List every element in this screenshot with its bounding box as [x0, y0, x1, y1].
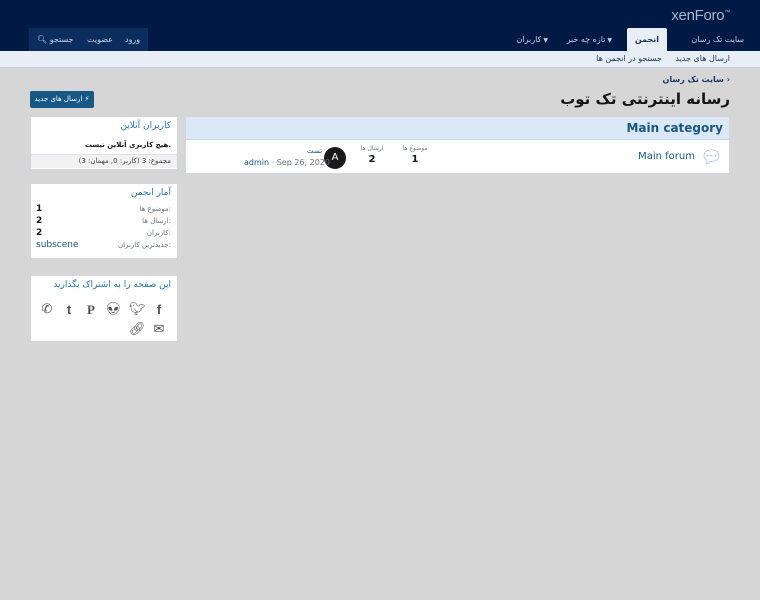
forum-chat-icon: 💬︎	[700, 147, 723, 168]
main-navbar: سایت تک رسان انجمن تازه چه خبر ▼ کاربران ▼…	[0, 28, 760, 51]
reddit-icon[interactable]: 👽︎	[105, 302, 122, 318]
category-title[interactable]: Main category	[186, 117, 729, 140]
share-icons: f 🐦︎ 👽︎ P t ✆ ✉︎ 🔗︎	[31, 296, 177, 340]
share-title: این صفحه را به اشتراک بگذارید	[53, 280, 171, 290]
threads-label: موضوع ها	[402, 145, 428, 152]
facebook-icon[interactable]: f	[151, 302, 167, 318]
site-header: xenForo™ سایت تک رسان انجمن تازه چه خبر ▼…	[0, 0, 760, 51]
tab-forums[interactable]: انجمن	[626, 28, 667, 51]
stat-value: 2	[36, 216, 43, 226]
stat-label: جدیدترین کاربران:	[117, 241, 171, 249]
stats-row: کاربران: 2	[31, 228, 177, 240]
site-logo[interactable]: xenForo™	[671, 7, 730, 24]
latest-post-date[interactable]: Sep 26, 2020	[277, 158, 330, 167]
login-button[interactable]: ورود	[117, 28, 149, 51]
register-button[interactable]: عضویت	[79, 28, 121, 51]
stats-row: ارسال ها: 2	[31, 216, 177, 228]
forum-stats-block: آمار انجمن موضوع ها: 1 ارسال ها: 2 کاربران…	[30, 183, 178, 259]
breadcrumb: سایت تک رسان ›	[662, 75, 730, 84]
forum-title[interactable]: Main forum	[638, 151, 695, 162]
tumblr-icon[interactable]: t	[61, 302, 77, 318]
stat-value: 1	[36, 204, 43, 214]
breadcrumb-chevron-icon: ›	[726, 75, 730, 84]
tab-members-label: کاربران	[516, 35, 542, 44]
stats-row: موضوع ها: 1	[31, 204, 177, 216]
new-posts-label: ارسال های جدید	[34, 95, 83, 103]
latest-thread-title[interactable]: تست	[307, 147, 322, 155]
logo-text: xenForo	[671, 7, 725, 24]
chevron-down-icon[interactable]: ▼	[607, 37, 612, 44]
subnav-new-posts[interactable]: ارسال های جدید	[675, 54, 730, 63]
tab-whats-new-label: تازه چه خبر	[566, 35, 606, 44]
forum-threads-stat: موضوع ها 1	[395, 145, 435, 165]
breadcrumb-home[interactable]: سایت تک رسان	[662, 75, 723, 84]
stats-row: جدیدترین کاربران: subscene	[31, 240, 177, 252]
search-button[interactable]: 🔍︎ جستجو	[29, 28, 82, 51]
pinterest-icon[interactable]: P	[83, 302, 99, 318]
email-icon[interactable]: ✉︎	[151, 322, 167, 338]
stat-label: موضوع ها:	[139, 205, 171, 213]
stat-label: کاربران:	[146, 229, 171, 237]
online-total: مجموع: 3 (کاربر: 0, مهمان: 3)	[31, 154, 177, 168]
forum-stats-title: آمار انجمن	[130, 188, 171, 198]
subnav-search-forums[interactable]: جستجو در انجمن ها	[596, 54, 662, 63]
tab-whats-new[interactable]: تازه چه خبر ▼	[559, 28, 622, 51]
search-icon: 🔍︎	[37, 35, 48, 44]
search-label: جستجو	[49, 35, 74, 44]
category-block: Main category 💬︎ Main forum موضوع ها 1 ا…	[185, 116, 730, 174]
online-users-block: کاربران آنلاین هیچ کاربری آنلاین نیست. م…	[30, 116, 178, 170]
tab-members[interactable]: کاربران ▼	[509, 28, 558, 51]
bolt-icon: ⚡︎	[84, 95, 90, 103]
latest-post-user[interactable]: admin	[244, 158, 269, 167]
link-icon[interactable]: 🔗︎	[129, 322, 146, 338]
newest-member-link[interactable]: subscene	[36, 240, 79, 250]
twitter-icon[interactable]: 🐦︎	[129, 302, 146, 318]
stat-label: ارسال ها:	[142, 217, 171, 225]
online-users-text: هیچ کاربری آنلاین نیست.	[84, 141, 171, 149]
tab-site-home[interactable]: سایت تک رسان	[683, 28, 752, 51]
online-users-title[interactable]: کاربران آنلاین	[31, 117, 177, 137]
share-block: این صفحه را به اشتراک بگذارید f 🐦︎ 👽︎ P …	[30, 275, 178, 342]
latest-post-meta: admin · Sep 26, 2020	[244, 158, 330, 167]
messages-count: 2	[368, 154, 376, 165]
page-title: رسانه اینترنتی تک توب	[560, 90, 730, 108]
forum-messages-stat: ارسال ها 2	[352, 145, 392, 165]
whatsapp-icon[interactable]: ✆	[39, 302, 55, 318]
stat-value: 2	[36, 228, 43, 238]
new-posts-button[interactable]: ارسال های جدید ⚡︎	[30, 91, 94, 108]
chevron-down-icon[interactable]: ▼	[543, 37, 548, 44]
threads-count: 1	[411, 154, 419, 165]
messages-label: ارسال ها	[360, 145, 384, 152]
sub-navigation: ارسال های جدید جستجو در انجمن ها	[0, 51, 760, 68]
